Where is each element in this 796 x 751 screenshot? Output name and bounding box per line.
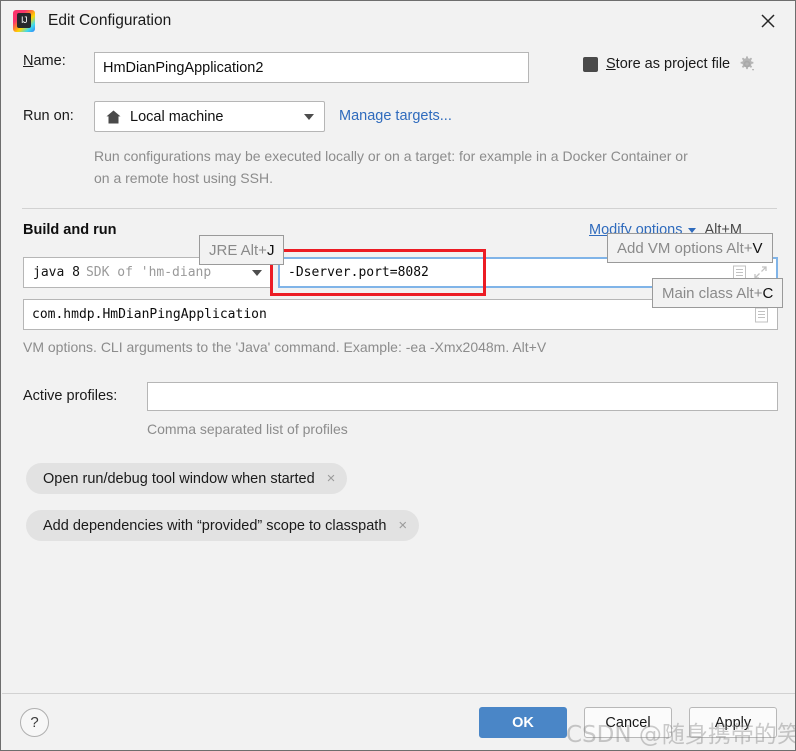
option-chip[interactable]: Add dependencies with “provided” scope t… [26,510,420,541]
option-chip[interactable]: Open run/debug tool window when started … [26,463,348,494]
vm-options-hint: VM options. CLI arguments to the 'Java' … [23,339,547,355]
tooltip-main-class: Main class Alt+ C [652,278,784,308]
active-profiles-label: Active profiles: [23,388,118,404]
active-profiles-hint: Comma separated list of profiles [147,421,348,437]
option-chip-label: Add dependencies with “provided” scope t… [43,517,387,534]
tooltip-add-vm-options: Add VM options Alt+ V [607,233,773,263]
manage-targets-link[interactable]: Manage targets... [339,108,452,124]
name-input-value: HmDianPingApplication2 [103,59,264,76]
name-input[interactable]: HmDianPingApplication2 [94,52,529,83]
logo-text: IJ [17,13,31,28]
tooltip-jre-text: JRE Alt+ [209,241,267,259]
section-divider [22,208,777,209]
apply-button[interactable]: Apply [689,707,777,738]
name-label-mnemonic: N [23,53,34,69]
option-chip-label: Open run/debug tool window when started [43,470,315,487]
build-and-run-title: Build and run [23,222,117,238]
footer-divider [2,693,795,694]
cancel-button[interactable]: Cancel [584,707,672,738]
store-as-project-file-checkbox[interactable] [583,56,598,72]
tooltip-jre-accent: J [266,241,275,259]
dialog-titlebar: IJ Edit Configuration [1,1,795,41]
close-icon[interactable] [755,8,781,34]
chevron-down-icon [304,113,314,120]
close-icon[interactable]: × [398,518,407,533]
chevron-down-icon [687,227,696,233]
jre-version: java 8 [33,265,80,280]
gear-icon[interactable] [738,55,756,73]
ok-button[interactable]: OK [479,707,567,738]
tooltip-jre: JRE Alt+ J [199,235,285,265]
home-icon [106,110,121,123]
tooltip-main-text: Main class Alt+ [662,284,763,302]
run-on-label: Run on: [23,108,74,124]
tooltip-main-accent: C [762,284,774,302]
active-profiles-input[interactable] [147,382,778,411]
dialog-title: Edit Configuration [48,12,172,29]
document-icon[interactable] [754,307,769,323]
tooltip-vm-text: Add VM options Alt+ [617,239,753,257]
main-class-value: com.hmdp.HmDianPingApplication [32,307,267,322]
name-label-rest: ame: [33,53,66,69]
store-as-project-file-label[interactable]: Store as project file [606,56,730,72]
jre-sdk-text: SDK of 'hm-dianp [85,265,212,280]
store-as-project-file-row: Store as project file [583,55,756,73]
run-on-value: Local machine [130,108,224,125]
close-icon[interactable]: × [327,471,336,486]
run-on-description: Run configurations may be executed local… [94,148,688,186]
edit-configuration-dialog: IJ Edit Configuration Name: HmDianPingAp… [0,0,796,751]
help-button[interactable]: ? [20,708,49,737]
chevron-down-icon [252,269,262,276]
run-on-dropdown[interactable]: Local machine [94,101,325,132]
tooltip-vm-accent: V [752,239,763,257]
intellij-logo-icon: IJ [13,10,35,32]
name-label: Name: [23,53,66,69]
